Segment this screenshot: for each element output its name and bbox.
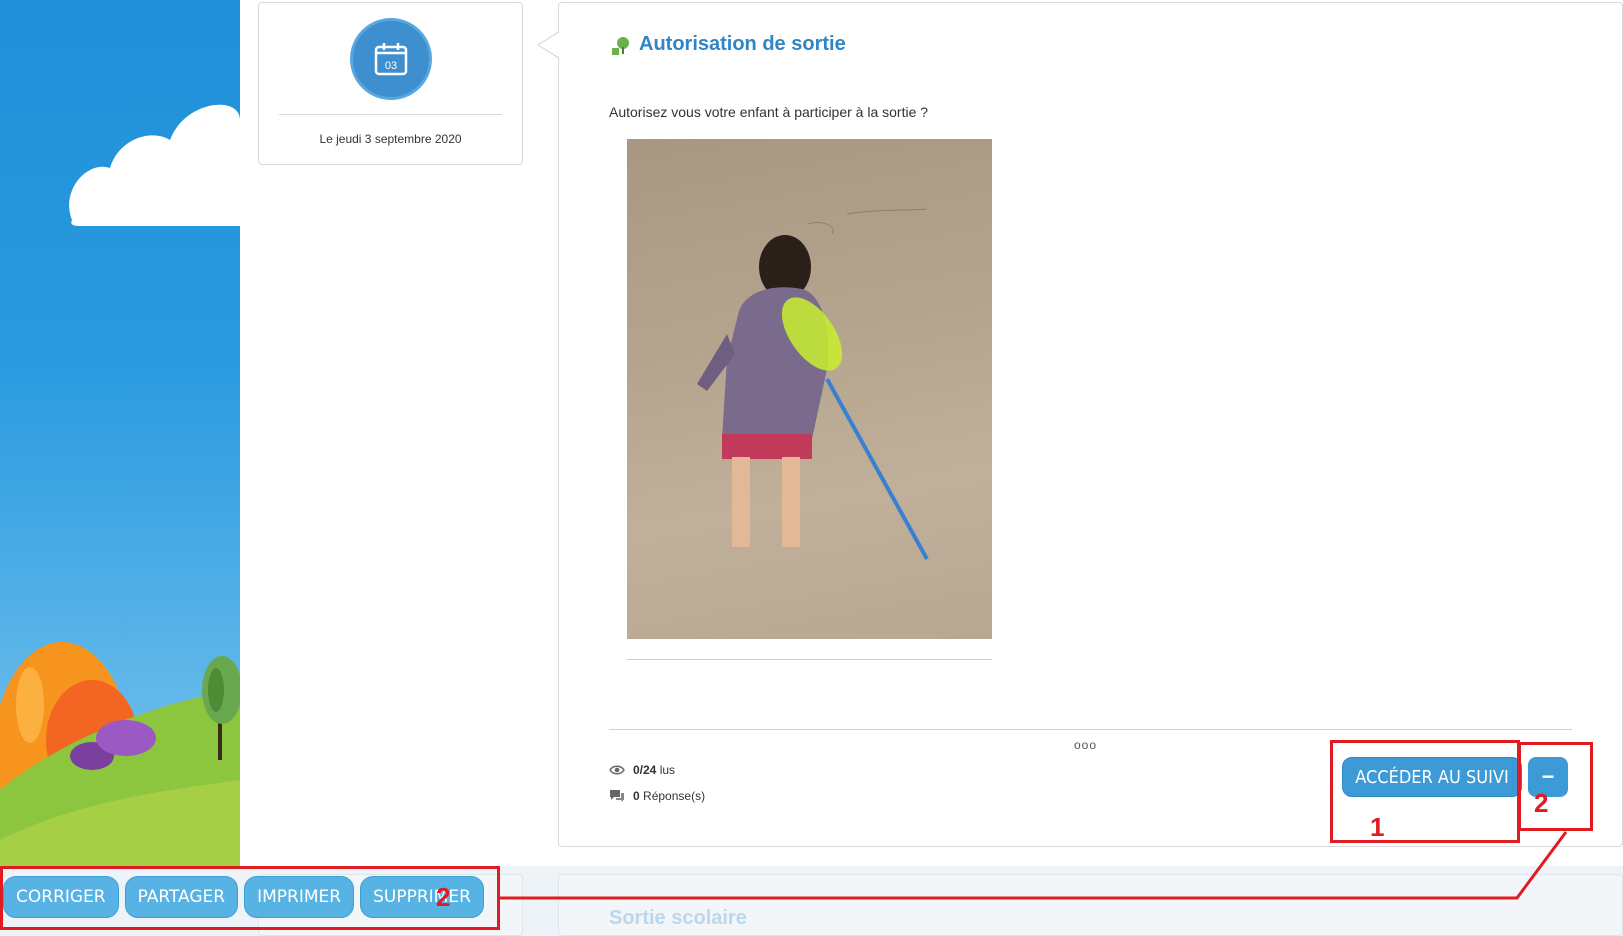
next-post-card: Sortie scolaire bbox=[558, 874, 1623, 936]
views-count: 0/24 bbox=[633, 763, 657, 777]
calendar-icon: 03 bbox=[374, 43, 408, 76]
photo-divider bbox=[627, 659, 992, 660]
annotation-box-2-bar bbox=[0, 866, 500, 930]
post-card: Autorisation de sortie Autorisez vous vo… bbox=[537, 2, 1623, 847]
next-post-title[interactable]: Sortie scolaire bbox=[609, 907, 747, 930]
more-options[interactable]: ooo bbox=[1074, 738, 1097, 752]
replies-count: 0 bbox=[633, 789, 640, 803]
post-title-row: Autorisation de sortie bbox=[609, 33, 846, 56]
date-card: 03 Le jeudi 3 septembre 2020 bbox=[258, 2, 523, 165]
post-title[interactable]: Autorisation de sortie bbox=[639, 33, 846, 56]
landscape-illustration bbox=[0, 104, 240, 936]
post-date: Le jeudi 3 septembre 2020 bbox=[319, 132, 462, 146]
decorative-scene bbox=[0, 0, 240, 936]
replies-label: Réponse(s) bbox=[643, 789, 706, 803]
post-question: Autorisez vous votre enfant à participer… bbox=[609, 104, 929, 120]
annotation-label-2-right: 2 bbox=[1534, 788, 1549, 818]
calendar-day-number: 03 bbox=[385, 60, 397, 72]
annotation-box-2-right bbox=[1518, 742, 1593, 831]
child-on-beach-image bbox=[697, 208, 929, 560]
views-label: lus bbox=[659, 763, 676, 777]
comment-icon bbox=[610, 790, 624, 802]
post-photo bbox=[627, 139, 992, 639]
views-stat: 0/24 lus bbox=[609, 763, 675, 777]
annotation-box-1 bbox=[1330, 740, 1520, 843]
replies-stat: 0 Réponse(s) bbox=[609, 789, 705, 803]
outing-icon bbox=[612, 36, 629, 55]
annotation-label-2-bar: 2 bbox=[436, 882, 451, 912]
annotation-label-1: 1 bbox=[1370, 812, 1385, 842]
calendar-badge: 03 bbox=[350, 18, 432, 100]
eye-icon bbox=[609, 765, 625, 775]
date-divider bbox=[279, 114, 502, 115]
footer-divider bbox=[609, 729, 1572, 730]
